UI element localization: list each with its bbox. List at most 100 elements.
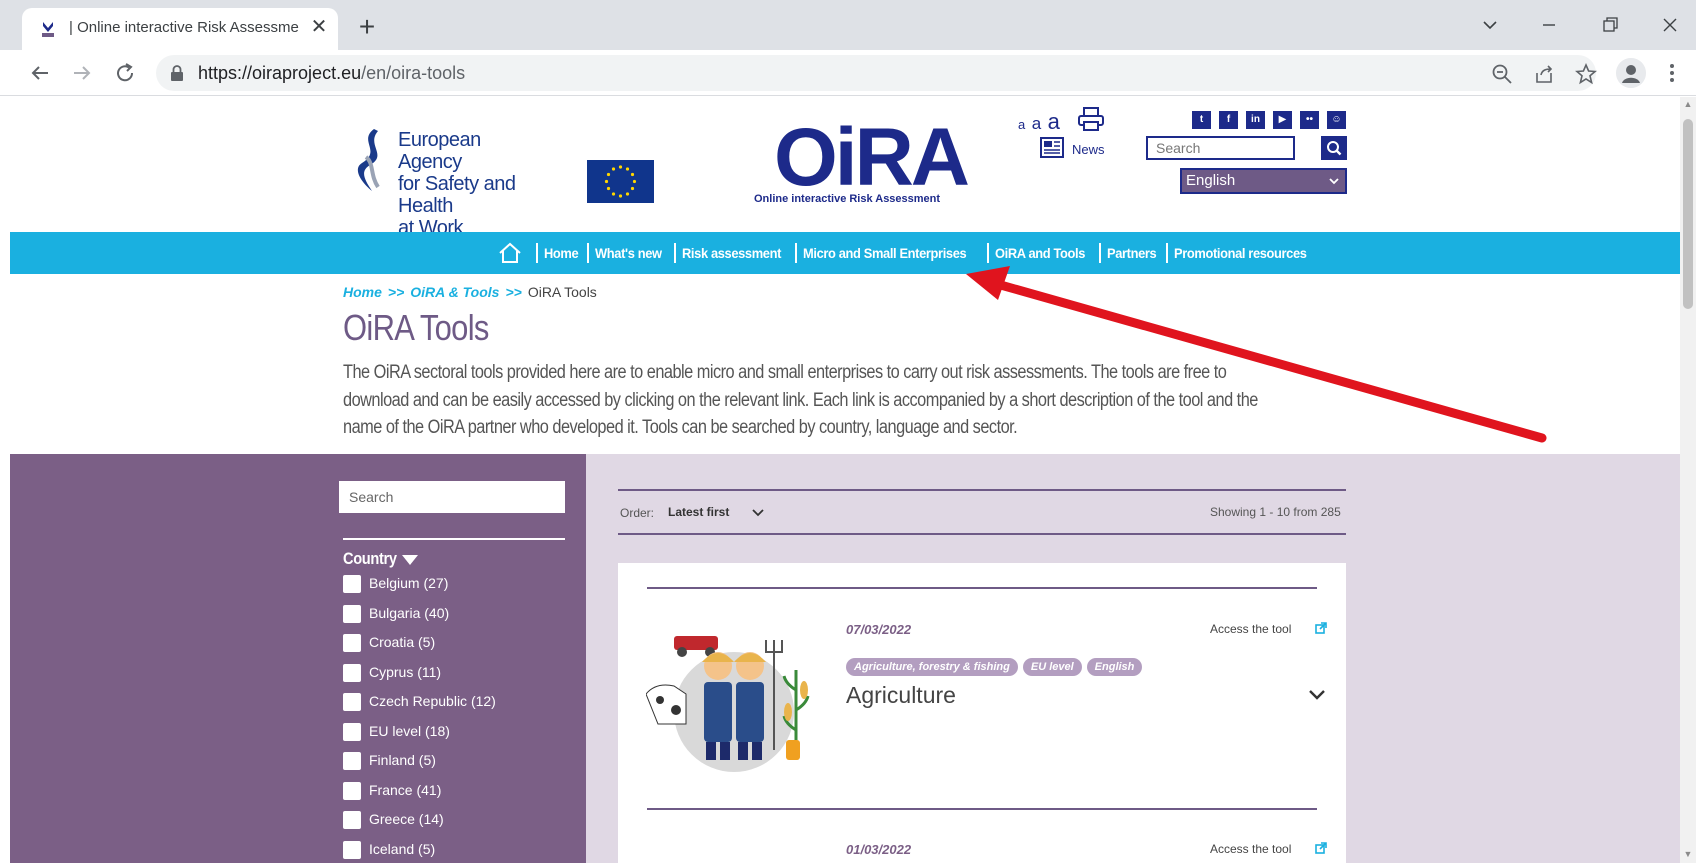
browser-tab[interactable]: | Online interactive Risk Assessme ✕ <box>22 8 338 50</box>
robot-icon[interactable]: ☺ <box>1327 111 1346 129</box>
forward-arrow-icon[interactable] <box>68 59 96 87</box>
country-option-iceland[interactable]: Iceland (5) <box>343 840 563 860</box>
tool-date: 07/03/2022 <box>846 622 912 637</box>
nav-partners[interactable]: Partners <box>1107 245 1157 261</box>
tab-close-icon[interactable]: ✕ <box>308 16 330 38</box>
nav-oira-and-tools[interactable]: OiRA and Tools <box>995 245 1085 261</box>
nav-whats-new[interactable]: What's new <box>595 245 662 261</box>
nav-risk-assessment[interactable]: Risk assessment <box>682 245 781 261</box>
checkbox[interactable] <box>343 811 361 829</box>
tag-language[interactable]: English <box>1086 658 1143 676</box>
intro-paragraph: The OiRA sectoral tools provided here ar… <box>343 362 1258 438</box>
external-link-icon[interactable] <box>1315 622 1327 634</box>
restore-icon[interactable] <box>1595 12 1625 38</box>
caret-down-icon[interactable] <box>402 555 418 565</box>
oira-wordmark: OiRA <box>774 112 970 203</box>
browser-tab-strip: | Online interactive Risk Assessme ✕ + <box>0 0 1696 50</box>
checkbox[interactable] <box>343 840 361 859</box>
new-tab-icon[interactable]: + <box>352 13 382 43</box>
flickr-icon[interactable]: •• <box>1300 111 1319 129</box>
checkbox[interactable] <box>343 663 361 682</box>
font-size-small[interactable]: a <box>1018 117 1025 132</box>
nav-home[interactable]: Home <box>544 245 579 261</box>
access-tool-link[interactable]: Access the tool <box>1210 842 1291 856</box>
checkbox[interactable] <box>343 604 361 623</box>
profile-avatar-icon[interactable] <box>1616 58 1646 88</box>
scroll-down-arrow-icon[interactable]: ▼ <box>1683 849 1693 859</box>
youtube-icon[interactable]: ▶ <box>1273 111 1292 129</box>
order-select[interactable]: Latest first <box>668 505 729 519</box>
tool-date: 01/03/2022 <box>846 842 912 857</box>
external-link-icon[interactable] <box>1315 842 1327 854</box>
linkedin-icon[interactable]: in <box>1246 111 1265 129</box>
checkbox[interactable] <box>343 634 361 652</box>
search-icon[interactable] <box>1321 136 1347 160</box>
agency-name: European Agency for Safety and Health at… <box>398 129 516 239</box>
breadcrumb: Home >> OiRA & Tools >> OiRA Tools <box>343 284 597 300</box>
country-option-czech-republic[interactable]: Czech Republic (12) <box>343 692 563 712</box>
country-option-france[interactable]: France (41) <box>343 781 563 801</box>
checkbox[interactable] <box>343 575 361 593</box>
country-option-belgium[interactable]: Belgium (27) <box>343 574 563 594</box>
page-scrollbar[interactable]: ▲ ▼ <box>1680 97 1696 863</box>
checkbox[interactable] <box>343 693 361 711</box>
language-select[interactable]: English <box>1180 168 1347 194</box>
page-title: OiRA Tools <box>343 307 489 348</box>
country-filter-heading[interactable]: Country <box>343 549 397 569</box>
eu-osha-swoosh-icon <box>357 129 380 191</box>
breadcrumb-oira-tools-section[interactable]: OiRA & Tools <box>410 284 499 300</box>
country-option-croatia[interactable]: Croatia (5) <box>343 633 563 653</box>
print-icon[interactable] <box>1078 107 1104 131</box>
country-option-finland[interactable]: Finland (5) <box>343 751 563 771</box>
tag-country[interactable]: EU level <box>1022 658 1082 676</box>
scroll-up-arrow-icon[interactable]: ▲ <box>1683 99 1693 109</box>
order-label: Order: <box>620 506 655 520</box>
checkbox[interactable] <box>343 722 361 741</box>
country-option-bulgaria[interactable]: Bulgaria (40) <box>343 604 563 624</box>
bookmark-star-icon[interactable] <box>1574 62 1598 86</box>
chevron-down-icon[interactable] <box>752 509 764 517</box>
filter-search-input[interactable]: Search <box>339 481 565 513</box>
breadcrumb-current: OiRA Tools <box>527 284 597 300</box>
font-size-medium[interactable]: a <box>1032 114 1041 133</box>
oira-logo[interactable]: OiRA Online interactive Risk Assessment <box>754 112 970 207</box>
expand-chevron-icon[interactable] <box>1308 689 1326 701</box>
eu-osha-logo[interactable]: European Agency for Safety and Health at… <box>348 127 548 239</box>
oira-subtitle: Online interactive Risk Assessment <box>754 193 941 205</box>
tab-search-chevron-icon[interactable] <box>1475 12 1505 38</box>
close-window-icon[interactable] <box>1655 12 1685 38</box>
font-size-large[interactable]: a <box>1048 109 1060 134</box>
divider <box>343 538 565 540</box>
facebook-icon[interactable]: f <box>1219 111 1238 129</box>
browser-menu-icon[interactable] <box>1662 60 1682 86</box>
url-text[interactable]: https://oiraproject.eu/en/oira-tools <box>198 63 465 84</box>
country-option-cyprus[interactable]: Cyprus (11) <box>343 663 563 683</box>
checkbox[interactable] <box>343 781 361 800</box>
country-option-greece[interactable]: Greece (14) <box>343 810 563 830</box>
twitter-icon[interactable]: t <box>1192 111 1211 129</box>
header-search-input[interactable]: Search <box>1146 136 1295 160</box>
back-arrow-icon[interactable] <box>26 59 54 87</box>
nav-promotional-resources[interactable]: Promotional resources <box>1174 245 1307 261</box>
access-tool-link[interactable]: Access the tool <box>1210 622 1291 636</box>
tag-sector[interactable]: Agriculture, forestry & fishing <box>846 658 1018 676</box>
nav-divider <box>795 243 798 263</box>
results-count: Showing 1 - 10 from 285 <box>1210 505 1341 519</box>
address-bar[interactable]: https://oiraproject.eu/en/oira-tools <box>156 55 1598 91</box>
divider <box>618 533 1346 535</box>
home-icon[interactable] <box>498 242 522 264</box>
checkbox[interactable] <box>343 752 361 770</box>
minimize-icon[interactable] <box>1534 12 1564 38</box>
share-icon[interactable] <box>1532 62 1556 86</box>
zoom-out-icon[interactable] <box>1490 62 1514 86</box>
agriculture-illustration[interactable] <box>646 630 816 774</box>
reload-icon[interactable] <box>111 59 139 87</box>
scrollbar-thumb[interactable] <box>1683 119 1693 309</box>
nav-micro-small-enterprises[interactable]: Micro and Small Enterprises <box>803 245 967 261</box>
country-option-eu-level[interactable]: EU level (18) <box>343 722 563 742</box>
tool-title[interactable]: Agriculture <box>846 682 956 709</box>
nav-divider <box>1098 243 1101 263</box>
lock-icon[interactable] <box>170 65 184 81</box>
breadcrumb-home[interactable]: Home <box>343 284 382 300</box>
nav-divider <box>986 243 989 263</box>
